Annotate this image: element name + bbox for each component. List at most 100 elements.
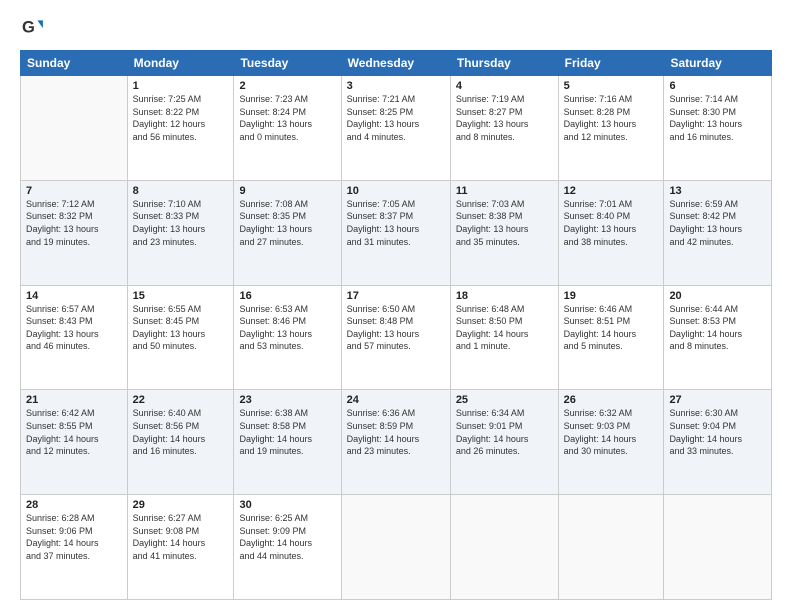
day-number: 8 (133, 185, 229, 197)
day-info: Sunrise: 7:05 AM Sunset: 8:37 PM Dayligh… (347, 198, 445, 248)
day-number: 19 (564, 290, 659, 302)
svg-text:G: G (22, 19, 35, 37)
day-info: Sunrise: 6:32 AM Sunset: 9:03 PM Dayligh… (564, 407, 659, 457)
day-info: Sunrise: 6:48 AM Sunset: 8:50 PM Dayligh… (456, 303, 553, 353)
calendar-day-cell: 10Sunrise: 7:05 AM Sunset: 8:37 PM Dayli… (341, 180, 450, 285)
day-info: Sunrise: 6:55 AM Sunset: 8:45 PM Dayligh… (133, 303, 229, 353)
calendar-day-cell (664, 495, 772, 600)
calendar-day-cell: 4Sunrise: 7:19 AM Sunset: 8:27 PM Daylig… (450, 76, 558, 181)
calendar-day-cell: 1Sunrise: 7:25 AM Sunset: 8:22 PM Daylig… (127, 76, 234, 181)
calendar-day-cell: 6Sunrise: 7:14 AM Sunset: 8:30 PM Daylig… (664, 76, 772, 181)
day-info: Sunrise: 7:21 AM Sunset: 8:25 PM Dayligh… (347, 93, 445, 143)
day-number: 28 (26, 499, 122, 511)
day-number: 11 (456, 185, 553, 197)
calendar-day-cell: 23Sunrise: 6:38 AM Sunset: 8:58 PM Dayli… (234, 390, 341, 495)
day-number: 3 (347, 80, 445, 92)
calendar-day-cell: 15Sunrise: 6:55 AM Sunset: 8:45 PM Dayli… (127, 285, 234, 390)
day-number: 25 (456, 394, 553, 406)
calendar-day-cell: 8Sunrise: 7:10 AM Sunset: 8:33 PM Daylig… (127, 180, 234, 285)
calendar-day-cell (21, 76, 128, 181)
calendar-day-cell: 13Sunrise: 6:59 AM Sunset: 8:42 PM Dayli… (664, 180, 772, 285)
calendar-day-cell: 5Sunrise: 7:16 AM Sunset: 8:28 PM Daylig… (558, 76, 664, 181)
day-info: Sunrise: 6:27 AM Sunset: 9:08 PM Dayligh… (133, 512, 229, 562)
day-number: 1 (133, 80, 229, 92)
day-info: Sunrise: 6:36 AM Sunset: 8:59 PM Dayligh… (347, 407, 445, 457)
calendar-day-cell (341, 495, 450, 600)
calendar-day-cell: 26Sunrise: 6:32 AM Sunset: 9:03 PM Dayli… (558, 390, 664, 495)
calendar-day-cell: 2Sunrise: 7:23 AM Sunset: 8:24 PM Daylig… (234, 76, 341, 181)
day-info: Sunrise: 7:01 AM Sunset: 8:40 PM Dayligh… (564, 198, 659, 248)
day-info: Sunrise: 6:59 AM Sunset: 8:42 PM Dayligh… (669, 198, 766, 248)
calendar-day-cell: 28Sunrise: 6:28 AM Sunset: 9:06 PM Dayli… (21, 495, 128, 600)
day-number: 2 (239, 80, 335, 92)
day-number: 7 (26, 185, 122, 197)
calendar-day-cell (450, 495, 558, 600)
day-number: 21 (26, 394, 122, 406)
day-info: Sunrise: 7:16 AM Sunset: 8:28 PM Dayligh… (564, 93, 659, 143)
day-info: Sunrise: 6:30 AM Sunset: 9:04 PM Dayligh… (669, 407, 766, 457)
weekday-header-friday: Friday (558, 51, 664, 76)
day-number: 22 (133, 394, 229, 406)
calendar-day-cell: 12Sunrise: 7:01 AM Sunset: 8:40 PM Dayli… (558, 180, 664, 285)
day-number: 15 (133, 290, 229, 302)
day-number: 20 (669, 290, 766, 302)
day-info: Sunrise: 7:19 AM Sunset: 8:27 PM Dayligh… (456, 93, 553, 143)
day-number: 16 (239, 290, 335, 302)
calendar-day-cell (558, 495, 664, 600)
day-info: Sunrise: 6:34 AM Sunset: 9:01 PM Dayligh… (456, 407, 553, 457)
day-number: 18 (456, 290, 553, 302)
calendar-table: SundayMondayTuesdayWednesdayThursdayFrid… (20, 50, 772, 600)
calendar-week-row: 21Sunrise: 6:42 AM Sunset: 8:55 PM Dayli… (21, 390, 772, 495)
day-info: Sunrise: 7:12 AM Sunset: 8:32 PM Dayligh… (26, 198, 122, 248)
calendar-day-cell: 20Sunrise: 6:44 AM Sunset: 8:53 PM Dayli… (664, 285, 772, 390)
day-info: Sunrise: 6:46 AM Sunset: 8:51 PM Dayligh… (564, 303, 659, 353)
day-info: Sunrise: 6:57 AM Sunset: 8:43 PM Dayligh… (26, 303, 122, 353)
day-info: Sunrise: 6:53 AM Sunset: 8:46 PM Dayligh… (239, 303, 335, 353)
logo-icon: G (22, 16, 44, 38)
day-number: 4 (456, 80, 553, 92)
calendar-day-cell: 11Sunrise: 7:03 AM Sunset: 8:38 PM Dayli… (450, 180, 558, 285)
day-number: 6 (669, 80, 766, 92)
weekday-header-sunday: Sunday (21, 51, 128, 76)
calendar-day-cell: 7Sunrise: 7:12 AM Sunset: 8:32 PM Daylig… (21, 180, 128, 285)
calendar-day-cell: 25Sunrise: 6:34 AM Sunset: 9:01 PM Dayli… (450, 390, 558, 495)
day-number: 17 (347, 290, 445, 302)
calendar-day-cell: 29Sunrise: 6:27 AM Sunset: 9:08 PM Dayli… (127, 495, 234, 600)
calendar-day-cell: 17Sunrise: 6:50 AM Sunset: 8:48 PM Dayli… (341, 285, 450, 390)
weekday-header-row: SundayMondayTuesdayWednesdayThursdayFrid… (21, 51, 772, 76)
day-number: 9 (239, 185, 335, 197)
day-number: 24 (347, 394, 445, 406)
day-number: 27 (669, 394, 766, 406)
weekday-header-saturday: Saturday (664, 51, 772, 76)
calendar-day-cell: 14Sunrise: 6:57 AM Sunset: 8:43 PM Dayli… (21, 285, 128, 390)
day-info: Sunrise: 6:28 AM Sunset: 9:06 PM Dayligh… (26, 512, 122, 562)
day-info: Sunrise: 6:42 AM Sunset: 8:55 PM Dayligh… (26, 407, 122, 457)
day-number: 10 (347, 185, 445, 197)
weekday-header-thursday: Thursday (450, 51, 558, 76)
calendar-day-cell: 19Sunrise: 6:46 AM Sunset: 8:51 PM Dayli… (558, 285, 664, 390)
weekday-header-wednesday: Wednesday (341, 51, 450, 76)
calendar-week-row: 28Sunrise: 6:28 AM Sunset: 9:06 PM Dayli… (21, 495, 772, 600)
day-info: Sunrise: 7:25 AM Sunset: 8:22 PM Dayligh… (133, 93, 229, 143)
day-number: 5 (564, 80, 659, 92)
day-info: Sunrise: 6:38 AM Sunset: 8:58 PM Dayligh… (239, 407, 335, 457)
day-number: 30 (239, 499, 335, 511)
page: G SundayMondayTuesdayWednesdayThursdayFr… (0, 0, 792, 612)
calendar-day-cell: 24Sunrise: 6:36 AM Sunset: 8:59 PM Dayli… (341, 390, 450, 495)
day-info: Sunrise: 6:25 AM Sunset: 9:09 PM Dayligh… (239, 512, 335, 562)
day-info: Sunrise: 6:44 AM Sunset: 8:53 PM Dayligh… (669, 303, 766, 353)
weekday-header-monday: Monday (127, 51, 234, 76)
calendar-day-cell: 27Sunrise: 6:30 AM Sunset: 9:04 PM Dayli… (664, 390, 772, 495)
day-info: Sunrise: 7:23 AM Sunset: 8:24 PM Dayligh… (239, 93, 335, 143)
calendar-week-row: 1Sunrise: 7:25 AM Sunset: 8:22 PM Daylig… (21, 76, 772, 181)
calendar-day-cell: 22Sunrise: 6:40 AM Sunset: 8:56 PM Dayli… (127, 390, 234, 495)
calendar-day-cell: 3Sunrise: 7:21 AM Sunset: 8:25 PM Daylig… (341, 76, 450, 181)
calendar-day-cell: 21Sunrise: 6:42 AM Sunset: 8:55 PM Dayli… (21, 390, 128, 495)
header: G (20, 16, 772, 38)
logo: G (20, 16, 48, 38)
day-info: Sunrise: 7:03 AM Sunset: 8:38 PM Dayligh… (456, 198, 553, 248)
day-number: 12 (564, 185, 659, 197)
day-info: Sunrise: 7:08 AM Sunset: 8:35 PM Dayligh… (239, 198, 335, 248)
calendar-day-cell: 18Sunrise: 6:48 AM Sunset: 8:50 PM Dayli… (450, 285, 558, 390)
day-number: 13 (669, 185, 766, 197)
